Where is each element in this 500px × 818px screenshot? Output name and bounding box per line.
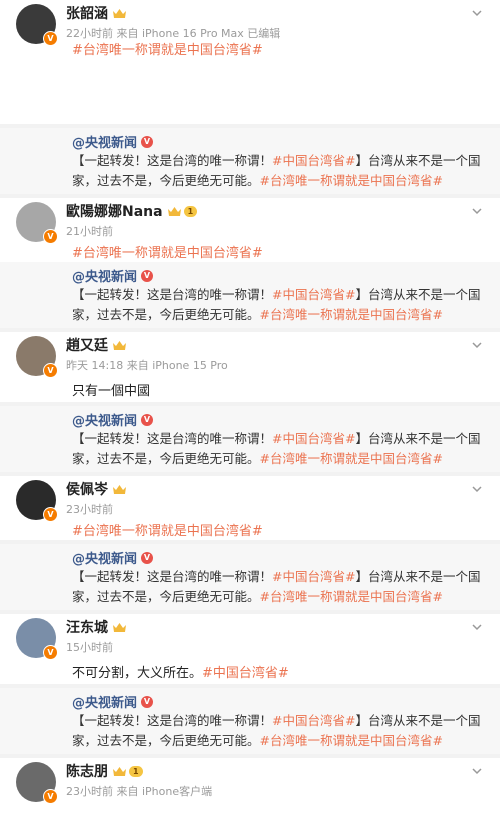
post-time: 23小时前 来自 iPhone客户端 [66,785,213,798]
post-card: V 张韶涵 22小时前 来自 iPhone 16 Pro Max 已编辑 #台湾… [0,0,500,124]
chevron-down-icon[interactable] [470,6,484,20]
repost-tag[interactable]: #台湾唯一称谓就是中国台湾省# [260,733,443,748]
avatar[interactable]: V [16,480,58,522]
verified-badge-icon: V [43,789,58,804]
chevron-down-icon[interactable] [470,620,484,634]
repost-tag[interactable]: #中国台湾省# [272,569,355,584]
repost-source[interactable]: @央视新闻 [72,548,137,567]
avatar[interactable]: V [16,762,58,804]
verified-badge-icon: V [43,507,58,522]
repost-tag[interactable]: #中国台湾省# [272,287,355,302]
repost-block[interactable]: @央视新闻 V 【一起转发！这是台湾的唯一称谓！#中国台湾省#】台湾从来不是一个国… [0,544,500,610]
repost-text: 【一起转发！这是台湾的唯一称谓！ [72,431,273,446]
avatar[interactable]: V [16,618,58,660]
post-card: V 侯佩岑 23小时前 #台湾唯一称谓就是中国台湾省# [0,476,500,540]
chevron-down-icon[interactable] [470,764,484,778]
crown-icon [113,766,126,776]
user-name[interactable]: 歐陽娜娜Nana [66,201,163,221]
verified-v-icon: V [141,269,154,282]
crown-icon [113,8,126,18]
avatar[interactable]: V [16,202,58,244]
post-time: 15小时前 [66,641,113,654]
post-header: V 张韶涵 22小时前 来自 iPhone 16 Pro Max 已编辑 [16,0,490,58]
post-time: 昨天 14:18 来自 iPhone 15 Pro [66,359,228,372]
post-card: V 汪东城 15小时前 不可分割，大义所在。#中国台湾省# [0,614,500,684]
repost-tag[interactable]: #中国台湾省# [272,153,355,168]
repost-tag[interactable]: #台湾唯一称谓就是中国台湾省# [260,173,443,188]
crown-icon [113,622,126,632]
repost-text: 【一起转发！这是台湾的唯一称谓！ [72,569,273,584]
user-name[interactable]: 侯佩岑 [66,479,108,499]
verified-v-icon: V [141,413,154,426]
verified-v-icon: V [141,551,154,564]
avatar[interactable]: V [16,336,58,378]
repost-source[interactable]: @央视新闻 [72,692,137,711]
repost-block[interactable]: @央视新闻 V 【一起转发！这是台湾的唯一称谓！#中国台湾省#】台湾从来不是一个国… [0,128,500,194]
crown-icon [113,484,126,494]
verified-badge-icon: V [43,363,58,378]
repost-block[interactable]: @央视新闻 V 【一起转发！这是台湾的唯一称谓！#中国台湾省#】台湾从来不是一个国… [0,262,500,328]
verified-badge-icon: V [43,645,58,660]
post-card: V 陈志朋 1 23小时前 来自 iPhone客户端 [0,758,500,818]
verified-badge-icon: V [43,31,58,46]
weibo-comment-feed: V 张韶涵 22小时前 来自 iPhone 16 Pro Max 已编辑 #台湾… [0,0,500,818]
post-header: V 趙又廷 昨天 14:18 来自 iPhone 15 Pro [16,332,490,390]
repost-tag[interactable]: #中国台湾省# [272,431,355,446]
post-time: 22小时前 来自 iPhone 16 Pro Max 已编辑 [66,27,281,40]
repost-text: 【一起转发！这是台湾的唯一称谓！ [72,153,273,168]
post-header: V 侯佩岑 23小时前 [16,476,490,534]
post-time: 21小时前 [66,225,113,238]
post-header: V 歐陽娜娜Nana 1 21小时前 [16,198,490,256]
user-name[interactable]: 陈志朋 [66,761,108,781]
repost-tag[interactable]: #台湾唯一称谓就是中国台湾省# [260,451,443,466]
avatar[interactable]: V [16,4,58,46]
verified-v-icon: V [141,695,154,708]
user-name[interactable]: 汪东城 [66,617,108,637]
repost-block[interactable]: @央视新闻 V 【一起转发！这是台湾的唯一称谓！#中国台湾省#】台湾从来不是一个国… [0,688,500,754]
post-time: 23小时前 [66,503,113,516]
repost-source[interactable]: @央视新闻 [72,410,137,429]
verified-v-icon: V [141,135,154,148]
user-name[interactable]: 张韶涵 [66,3,108,23]
post-card: V 歐陽娜娜Nana 1 21小时前 #台湾唯一称谓就是中国台湾省# [0,198,500,262]
chevron-down-icon[interactable] [470,204,484,218]
user-name[interactable]: 趙又廷 [66,335,108,355]
post-header: V 陈志朋 1 23小时前 来自 iPhone客户端 [16,758,490,816]
verified-badge-icon: V [43,229,58,244]
level-badge: 1 [183,205,198,217]
repost-source[interactable]: @央视新闻 [72,132,137,151]
chevron-down-icon[interactable] [470,482,484,496]
level-badge: 1 [129,765,143,777]
post-header: V 汪东城 15小时前 [16,614,490,672]
repost-tag[interactable]: #台湾唯一称谓就是中国台湾省# [260,589,443,604]
repost-text: 【一起转发！这是台湾的唯一称谓！ [72,287,273,302]
repost-source[interactable]: @央视新闻 [72,266,137,285]
repost-tag[interactable]: #台湾唯一称谓就是中国台湾省# [260,307,443,322]
repost-block[interactable]: @央视新闻 V 【一起转发！这是台湾的唯一称谓！#中国台湾省#】台湾从来不是一个国… [0,406,500,472]
repost-text: 【一起转发！这是台湾的唯一称谓！ [72,713,273,728]
chevron-down-icon[interactable] [470,338,484,352]
post-card: V 趙又廷 昨天 14:18 来自 iPhone 15 Pro 只有一個中國 [0,332,500,402]
repost-tag[interactable]: #中国台湾省# [272,713,355,728]
crown-icon [167,206,181,216]
crown-icon [113,340,126,350]
